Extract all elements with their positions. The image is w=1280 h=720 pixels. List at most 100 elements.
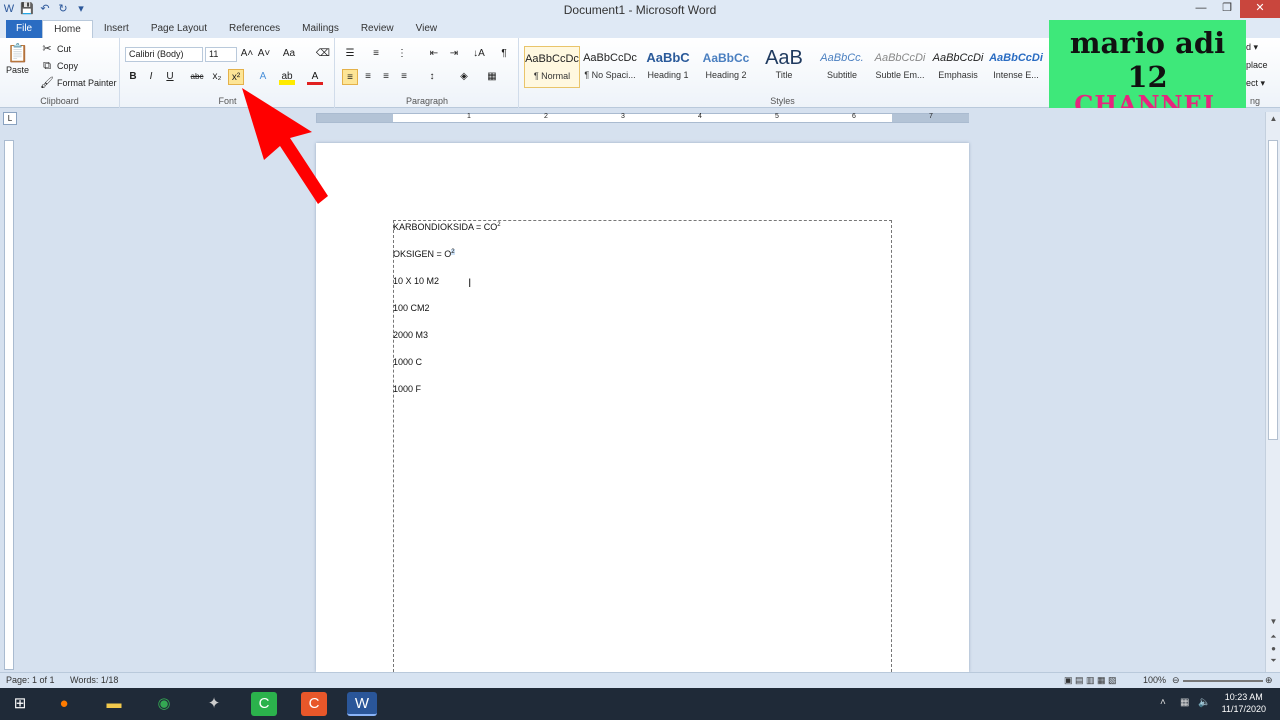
close-button[interactable]: ✕ xyxy=(1240,0,1280,18)
tray-chevron-icon[interactable]: ˄ xyxy=(1160,697,1166,708)
shading-icon[interactable]: ◈ xyxy=(456,69,472,85)
italic-button[interactable]: I xyxy=(143,69,159,85)
replace-button[interactable]: place xyxy=(1246,60,1268,70)
clock[interactable]: 10:23 AM 11/17/2020 xyxy=(1222,691,1266,715)
line-spacing-icon[interactable]: ↕ xyxy=(424,69,440,85)
zoom-slider[interactable] xyxy=(1183,680,1263,682)
sort-button[interactable]: ↓A xyxy=(471,46,487,62)
highlight-button[interactable]: ab xyxy=(279,69,295,85)
scroll-down-icon[interactable]: ▼ xyxy=(1266,617,1280,626)
tab-insert[interactable]: Insert xyxy=(93,20,140,38)
underline-button[interactable]: U xyxy=(162,69,178,85)
style-no-spacing[interactable]: AaBbCcDc ¶ No Spaci... xyxy=(582,46,638,88)
ruler-number: 7 xyxy=(929,113,933,120)
style-normal[interactable]: AaBbCcDc ¶ Normal xyxy=(524,46,580,88)
next-page-icon[interactable]: ⏷ xyxy=(1266,656,1280,666)
style-heading-2[interactable]: AaBbCc Heading 2 xyxy=(698,46,754,88)
zoom-level[interactable]: 100% xyxy=(1143,675,1166,685)
numbering-icon[interactable]: ≡ xyxy=(368,46,384,62)
style-title[interactable]: AaB Title xyxy=(756,46,812,88)
document-line[interactable]: OKSIGEN = O2 xyxy=(393,249,455,259)
show-formatting-button[interactable]: ¶ xyxy=(496,46,512,62)
tab-selector[interactable]: L xyxy=(3,112,17,125)
style-name: ¶ No Spaci... xyxy=(584,70,636,80)
multilevel-list-icon[interactable]: ⋮ xyxy=(394,46,410,62)
start-windows-icon[interactable]: ⊞ xyxy=(7,692,33,716)
document-line[interactable]: 100 CM2 xyxy=(393,303,430,313)
align-center-icon[interactable]: ≡ xyxy=(360,69,376,85)
font-color-button[interactable]: A xyxy=(307,69,323,85)
align-right-icon[interactable]: ≡ xyxy=(378,69,394,85)
tab-view[interactable]: View xyxy=(405,20,449,38)
network-icon[interactable]: ▦ xyxy=(1180,697,1189,708)
bullets-icon[interactable]: ☰ xyxy=(342,46,358,62)
font-size-combo[interactable]: 11 xyxy=(205,47,237,62)
format-painter-button[interactable]: 🖌 Format Painter xyxy=(40,76,117,90)
justify-icon[interactable]: ≡ xyxy=(396,69,412,85)
change-case-button[interactable]: Aa xyxy=(281,46,297,62)
browse-object-icon[interactable]: ● xyxy=(1266,644,1280,653)
copy-button[interactable]: ⧉ Copy xyxy=(40,59,78,73)
scroll-up-icon[interactable]: ▲ xyxy=(1266,114,1280,123)
document-line[interactable]: 2000 M3 xyxy=(393,330,428,340)
file-explorer-icon[interactable]: ▬ xyxy=(101,692,127,716)
page-count[interactable]: Page: 1 of 1 xyxy=(6,675,55,685)
tab-references[interactable]: References xyxy=(218,20,291,38)
vertical-scrollbar[interactable]: ▲ ▼ ⏶ ● ⏷ xyxy=(1265,112,1280,672)
grow-font-button[interactable]: A˄ xyxy=(239,46,255,62)
previous-page-icon[interactable]: ⏶ xyxy=(1266,632,1280,642)
vertical-ruler[interactable] xyxy=(4,140,14,670)
decrease-indent-icon[interactable]: ⇤ xyxy=(426,46,442,62)
tab-mailings[interactable]: Mailings xyxy=(291,20,350,38)
shrink-font-button[interactable]: A˅ xyxy=(256,46,272,62)
tab-page-layout[interactable]: Page Layout xyxy=(140,20,218,38)
subscript-button[interactable]: x₂ xyxy=(209,69,225,85)
app-icon[interactable]: ✦ xyxy=(201,692,227,716)
document-line[interactable]: KARBONDIOKSIDA = CO2 xyxy=(393,222,501,232)
line-text: 1000 C xyxy=(393,357,423,367)
scrollbar-thumb[interactable] xyxy=(1268,140,1278,440)
tab-review[interactable]: Review xyxy=(350,20,405,38)
camtasia-green-icon[interactable]: C xyxy=(251,692,277,716)
superscript-button[interactable]: x² xyxy=(228,69,244,85)
clear-formatting-icon[interactable]: ⌫ xyxy=(315,46,331,62)
style-name: Heading 1 xyxy=(647,70,689,80)
document-line[interactable]: 1000 F xyxy=(393,384,421,394)
word-taskbar-icon[interactable]: W xyxy=(347,692,377,716)
select-button[interactable]: ect ▾ xyxy=(1246,78,1265,89)
superscript-text: 2 xyxy=(497,222,501,228)
volume-icon[interactable]: 🔈 xyxy=(1198,697,1210,708)
tab-home[interactable]: Home xyxy=(42,20,93,38)
tab-file[interactable]: File xyxy=(6,20,43,38)
increase-indent-icon[interactable]: ⇥ xyxy=(446,46,462,62)
camtasia-orange-icon[interactable]: C xyxy=(301,692,327,716)
strikethrough-button[interactable]: abc xyxy=(189,69,205,85)
paragraph-group-label: Paragraph xyxy=(405,96,449,106)
borders-icon[interactable]: ▦ xyxy=(484,69,500,85)
maximize-button[interactable]: ❐ xyxy=(1214,0,1240,18)
cut-button[interactable]: ✂ Cut xyxy=(40,42,71,56)
font-name-combo[interactable]: Calibri (Body) xyxy=(125,47,203,62)
document-line[interactable]: 10 X 10 M2 xyxy=(393,276,439,286)
style-name: Emphasis xyxy=(938,70,978,80)
minimize-button[interactable]: — xyxy=(1188,0,1214,18)
bold-button[interactable]: B xyxy=(125,69,141,85)
zoom-out-icon[interactable]: ⊖ xyxy=(1172,675,1180,686)
zoom-in-icon[interactable]: ⊕ xyxy=(1265,675,1273,686)
text-effects-button[interactable]: A xyxy=(255,69,271,85)
style-intense-emphasis[interactable]: AaBbCcDi Intense E... xyxy=(988,46,1044,88)
find-button[interactable]: d ▾ xyxy=(1246,42,1258,53)
firefox-icon[interactable]: ● xyxy=(51,692,77,716)
style-emphasis[interactable]: AaBbCcDi Emphasis xyxy=(930,46,986,88)
style-subtle-emphasis[interactable]: AaBbCcDi Subtle Em... xyxy=(872,46,928,88)
style-heading-1[interactable]: AaBbC Heading 1 xyxy=(640,46,696,88)
chrome-icon[interactable]: ◉ xyxy=(151,692,177,716)
view-buttons-icon[interactable]: ▣ ▤ ▥ ▦ ▧ xyxy=(1064,675,1117,686)
horizontal-ruler[interactable]: 1 2 3 4 5 6 7 xyxy=(316,113,969,123)
paste-button[interactable]: 📋 Paste xyxy=(6,42,29,75)
style-subtitle[interactable]: AaBbCc. Subtitle xyxy=(814,46,870,88)
align-left-icon[interactable]: ≡ xyxy=(342,69,358,85)
select-label: ect ▾ xyxy=(1246,78,1266,88)
word-count[interactable]: Words: 1/18 xyxy=(70,675,118,685)
document-line[interactable]: 1000 C xyxy=(393,357,422,367)
